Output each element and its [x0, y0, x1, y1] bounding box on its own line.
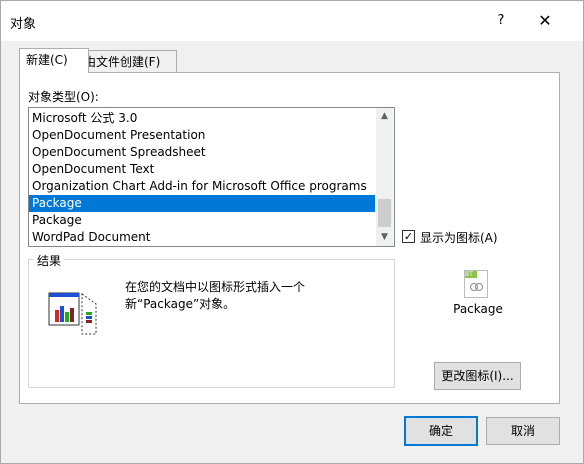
change-icon-button[interactable]: 更改图标(I)...	[434, 362, 521, 390]
list-item[interactable]: OpenDocument Presentation	[29, 127, 375, 144]
package-icon: BT	[464, 270, 488, 298]
list-item[interactable]: OpenDocument Text	[29, 161, 375, 178]
icon-preview: BT Package	[436, 268, 520, 320]
list-item[interactable]: WordPad Document	[29, 229, 375, 246]
scroll-thumb[interactable]	[378, 199, 391, 227]
chevron-up-icon[interactable]: ▲	[376, 108, 393, 125]
help-button[interactable]: ?	[489, 10, 513, 32]
list-item[interactable]: OpenDocument Spreadsheet	[29, 144, 375, 161]
insert-object-illustration	[48, 292, 97, 335]
object-type-label: 对象类型(O):	[28, 90, 99, 104]
ok-button[interactable]: 确定	[404, 416, 478, 446]
chevron-down-icon[interactable]: ▼	[376, 229, 393, 246]
result-description: 在您的文档中以图标形式插入一个新“Package”对象。	[125, 280, 306, 311]
package-tag: BT	[465, 271, 477, 278]
list-item[interactable]: Microsoft 公式 3.0	[29, 110, 375, 127]
link-ring-right	[475, 283, 483, 291]
dialog-title: 对象	[10, 17, 37, 32]
close-button[interactable]: ✕	[533, 10, 557, 32]
object-type-list: Microsoft 公式 3.0 OpenDocument Presentatio…	[29, 110, 375, 246]
icon-caption: Package	[453, 302, 503, 316]
display-as-icon-label[interactable]: 显示为图标(A)	[420, 229, 498, 246]
list-item[interactable]: Package	[29, 212, 375, 229]
list-item[interactable]: Package	[29, 195, 375, 212]
tab-create-from-file[interactable]: 由文件创建(F)	[77, 50, 177, 73]
list-item[interactable]: Organization Chart Add-in for Microsoft …	[29, 178, 375, 195]
cancel-button[interactable]: 取消	[486, 417, 560, 445]
display-as-icon-checkbox[interactable]: ✓	[402, 230, 415, 243]
result-legend: 结果	[34, 252, 65, 269]
object-type-listbox[interactable]: Microsoft 公式 3.0 OpenDocument Presentatio…	[28, 107, 395, 247]
tab-new[interactable]: 新建(C)	[19, 48, 89, 73]
list-scrollbar[interactable]: ▲ ▼	[376, 108, 393, 246]
title-bar: 对象 ? ✕	[1, 1, 583, 41]
